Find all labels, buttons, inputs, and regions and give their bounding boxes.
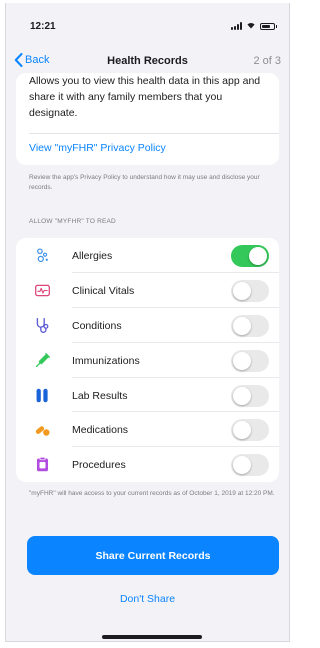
permission-label: Procedures: [72, 459, 126, 472]
toggle-conditions[interactable]: [231, 314, 269, 337]
step-indicator: 2 of 3: [253, 55, 281, 67]
permission-label: Lab Results: [72, 389, 128, 402]
battery-icon: [260, 22, 277, 30]
allergies-icon: [37, 248, 48, 263]
permission-row-procedures: Procedures: [16, 447, 279, 482]
phone-screen: 12:21 Back Health Records 2 of 3 Allows …: [5, 3, 290, 642]
cellular-signal-icon: [231, 22, 242, 30]
toggle-knob: [233, 421, 251, 440]
divider: [29, 133, 279, 134]
share-current-records-button[interactable]: Share Current Records: [27, 536, 279, 575]
immunizations-syringe-icon: [35, 352, 50, 367]
app-description: Allows you to view this health data in t…: [29, 75, 261, 119]
toggle-clinical-vitals[interactable]: [231, 279, 269, 302]
toggle-immunizations[interactable]: [231, 349, 269, 372]
procedures-clipboard-icon: [36, 457, 49, 472]
toggle-knob: [233, 281, 251, 300]
permission-row-immunizations: Immunizations: [16, 343, 279, 378]
toggle-procedures[interactable]: [231, 454, 269, 477]
permission-label: Conditions: [72, 319, 122, 332]
dont-share-button[interactable]: Don't Share: [6, 593, 289, 605]
permission-label: Immunizations: [72, 354, 140, 367]
toggle-allergies[interactable]: [231, 245, 269, 267]
toggle-medications[interactable]: [231, 419, 269, 442]
page-title: Health Records: [107, 55, 188, 67]
status-icons: [231, 22, 277, 30]
privacy-policy-link[interactable]: View "myFHR" Privacy Policy: [29, 142, 166, 154]
permission-label: Medications: [72, 424, 129, 437]
toggle-knob: [233, 386, 251, 405]
conditions-stethoscope-icon: [36, 317, 49, 333]
toggle-knob: [249, 247, 267, 265]
permission-label: Clinical Vitals: [72, 284, 135, 297]
wifi-icon: [246, 22, 256, 30]
permission-row-conditions: Conditions: [16, 308, 279, 343]
permission-row-clinical-vitals: Clinical Vitals: [16, 273, 279, 308]
lab-results-tubes-icon: [36, 388, 48, 402]
toggle-knob: [233, 316, 251, 335]
home-indicator: [102, 635, 202, 639]
section-header: ALLOW "MYFHR" TO READ: [29, 218, 116, 225]
status-bar: 12:21: [6, 3, 289, 43]
permission-row-medications: Medications: [16, 412, 279, 448]
status-time: 12:21: [30, 21, 56, 32]
toggle-knob: [233, 351, 251, 370]
permission-row-allergies: Allergies: [16, 238, 279, 273]
access-note: "myFHR" will have access to your current…: [29, 490, 275, 497]
toggle-lab-results[interactable]: [231, 384, 269, 407]
review-note: Review the app's Privacy Policy to under…: [29, 174, 260, 191]
permissions-list: Allergies Clinical Vitals Conditions Imm…: [16, 238, 279, 482]
medications-pills-icon: [35, 426, 50, 437]
toggle-knob: [233, 456, 251, 475]
app-info-card: Allows you to view this health data in t…: [16, 73, 279, 165]
permission-row-lab-results: Lab Results: [16, 378, 279, 413]
clinical-vitals-icon: [35, 284, 50, 297]
permission-label: Allergies: [72, 250, 113, 262]
